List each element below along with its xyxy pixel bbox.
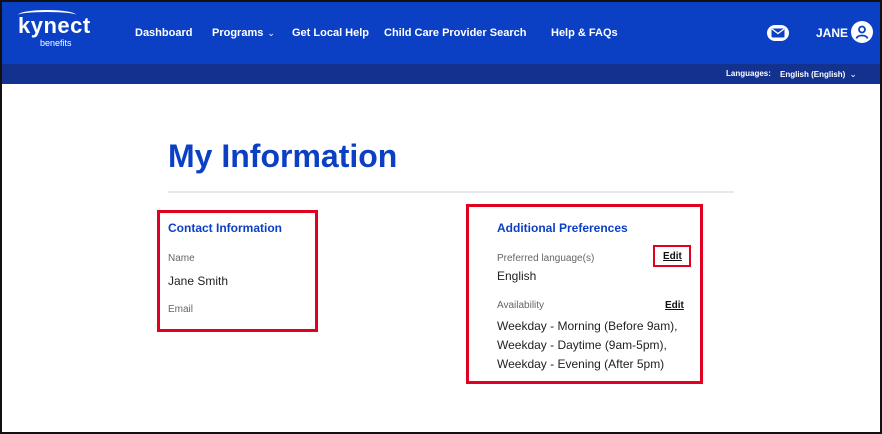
nav-programs[interactable]: Programs ⌄ xyxy=(212,26,275,40)
title-divider xyxy=(168,191,734,193)
logo-text: kynect xyxy=(18,13,91,38)
language-value: English (English) xyxy=(780,70,846,79)
contact-heading: Contact Information xyxy=(168,221,282,235)
messages-button[interactable] xyxy=(767,25,789,41)
name-value: Jane Smith xyxy=(168,274,229,288)
availability-value-line: Weekday - Morning (Before 9am), xyxy=(497,319,678,333)
nav-child-care-provider-search[interactable]: Child Care Provider Search xyxy=(384,26,526,40)
kynect-logo[interactable]: kynect benefits xyxy=(18,10,98,54)
edit-language-link[interactable]: Edit xyxy=(663,251,682,263)
preferred-language-label: Preferred language(s) xyxy=(497,253,595,264)
user-menu-button[interactable] xyxy=(851,21,873,43)
nav-help-faqs[interactable]: Help & FAQs xyxy=(551,26,618,40)
chevron-down-icon: ⌄ xyxy=(267,28,275,38)
preferred-language-value: English xyxy=(497,269,537,283)
user-name[interactable]: JANE xyxy=(816,26,848,40)
chevron-down-icon: ⌄ xyxy=(849,69,857,79)
edit-availability-link[interactable]: Edit xyxy=(665,300,684,312)
logo-subtext: benefits xyxy=(40,38,72,48)
email-label: Email xyxy=(168,304,194,315)
nav-get-local-help[interactable]: Get Local Help xyxy=(292,26,369,40)
user-avatar-icon xyxy=(855,25,869,39)
availability-value-line: Weekday - Daytime (9am-5pm), xyxy=(497,338,667,352)
language-label: Languages: xyxy=(726,69,771,78)
language-bar: Languages: English (English) ⌄ xyxy=(2,64,880,84)
page-title: My Information xyxy=(168,138,398,174)
nav-dashboard[interactable]: Dashboard xyxy=(135,26,192,40)
language-selector[interactable]: English (English) ⌄ xyxy=(780,69,857,80)
preferences-heading: Additional Preferences xyxy=(497,221,628,235)
name-label: Name xyxy=(168,253,195,264)
nav-programs-label: Programs xyxy=(212,27,264,39)
app-frame: kynect benefits Dashboard Programs ⌄ Get … xyxy=(0,0,882,434)
availability-label: Availability xyxy=(497,300,545,311)
availability-value-line: Weekday - Evening (After 5pm) xyxy=(497,357,665,371)
top-navigation: kynect benefits Dashboard Programs ⌄ Get … xyxy=(2,2,880,64)
envelope-icon xyxy=(771,28,785,38)
